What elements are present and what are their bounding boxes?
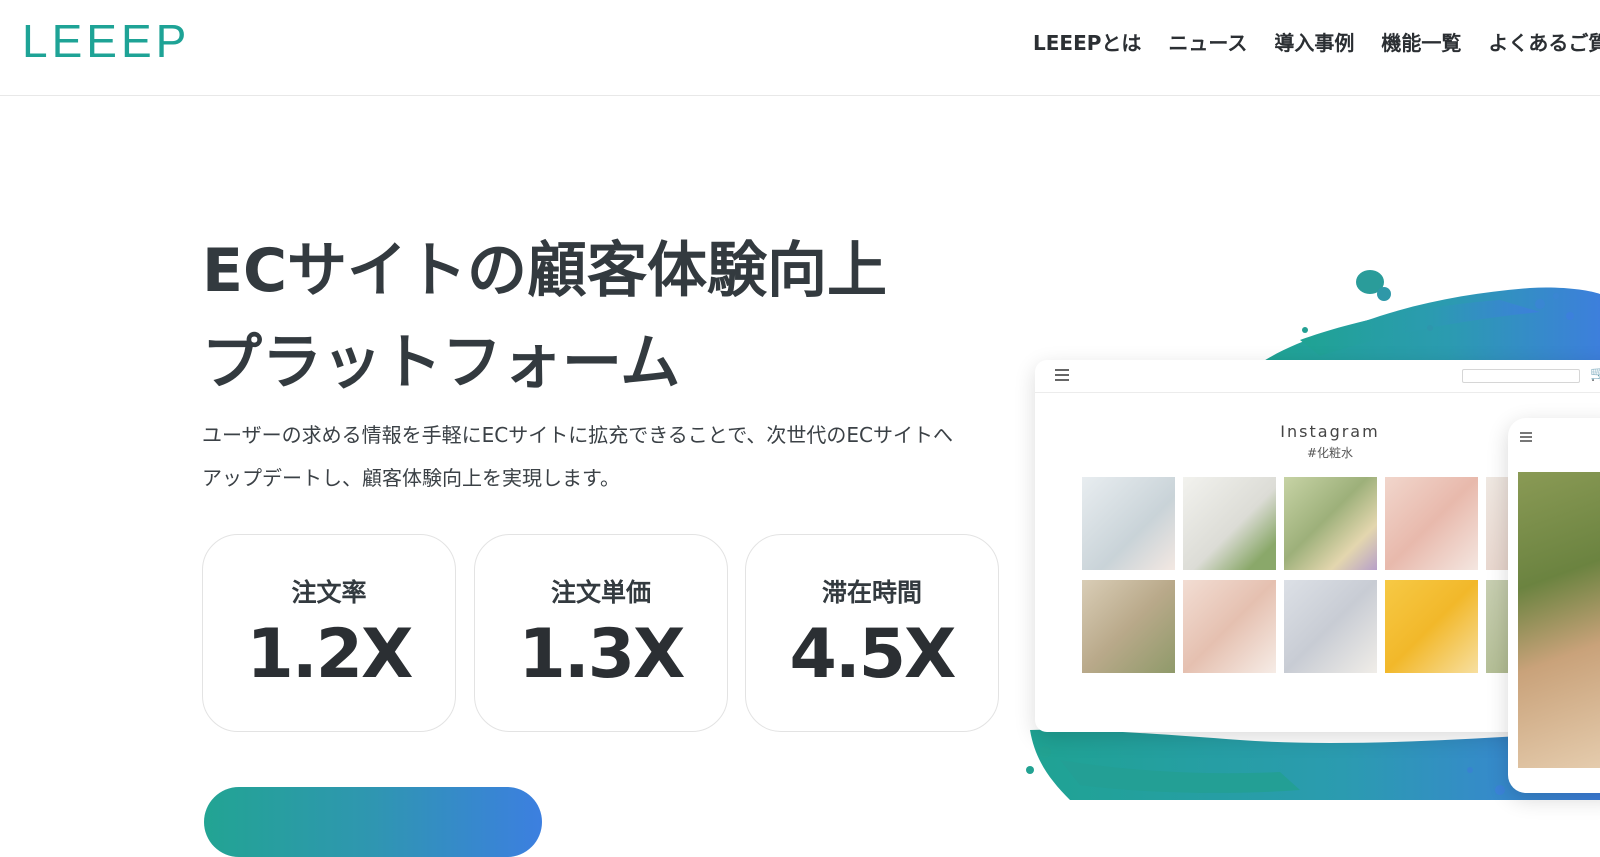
- stat-value: 4.5X: [789, 615, 957, 694]
- instagram-photo: [1183, 580, 1276, 673]
- hero-desc-line2: アップデートし、顧客体験向上を実現します。: [202, 466, 620, 490]
- instagram-photo: [1082, 580, 1175, 673]
- hero-title-line1: ECサイトの顧客体験向上: [202, 236, 888, 306]
- stat-value: 1.2X: [246, 615, 414, 694]
- mobile-hero-photo: [1518, 472, 1600, 768]
- instagram-photo: [1385, 580, 1478, 673]
- cart-icon: 🛒: [1590, 366, 1600, 382]
- stat-card-order-rate: 注文率 1.2X: [202, 534, 456, 732]
- stat-card-stay-time: 滞在時間 4.5X: [745, 534, 999, 732]
- hero-title-line2: プラットフォーム: [202, 328, 681, 398]
- stat-label: 注文率: [291, 578, 367, 607]
- cta-button[interactable]: [204, 787, 542, 857]
- hero-desc-line1: ユーザーの求める情報を手軽にECサイトに拡充できることで、次世代のECサイトへ: [202, 423, 954, 447]
- mockup-search-box: [1462, 369, 1580, 383]
- mockup-browser-bar: 🛒: [1035, 360, 1600, 393]
- hamburger-menu-icon: [1055, 369, 1069, 381]
- stat-label: 注文単価: [550, 578, 651, 607]
- hamburger-menu-icon: [1520, 432, 1532, 442]
- stat-label: 滞在時間: [821, 578, 922, 607]
- stat-card-order-price: 注文単価 1.3X: [474, 534, 728, 732]
- instagram-photo: [1284, 477, 1377, 570]
- mobile-mockup: [1508, 418, 1600, 793]
- instagram-photo: [1183, 477, 1276, 570]
- instagram-photo: [1082, 477, 1175, 570]
- instagram-photo: [1284, 580, 1377, 673]
- hero-title: ECサイトの顧客体験向上 プラットフォーム: [202, 225, 887, 409]
- hero-description: ユーザーの求める情報を手軽にECサイトに拡充できることで、次世代のECサイトへ …: [202, 414, 1002, 500]
- instagram-photo: [1385, 477, 1478, 570]
- stat-value: 1.3X: [518, 615, 686, 694]
